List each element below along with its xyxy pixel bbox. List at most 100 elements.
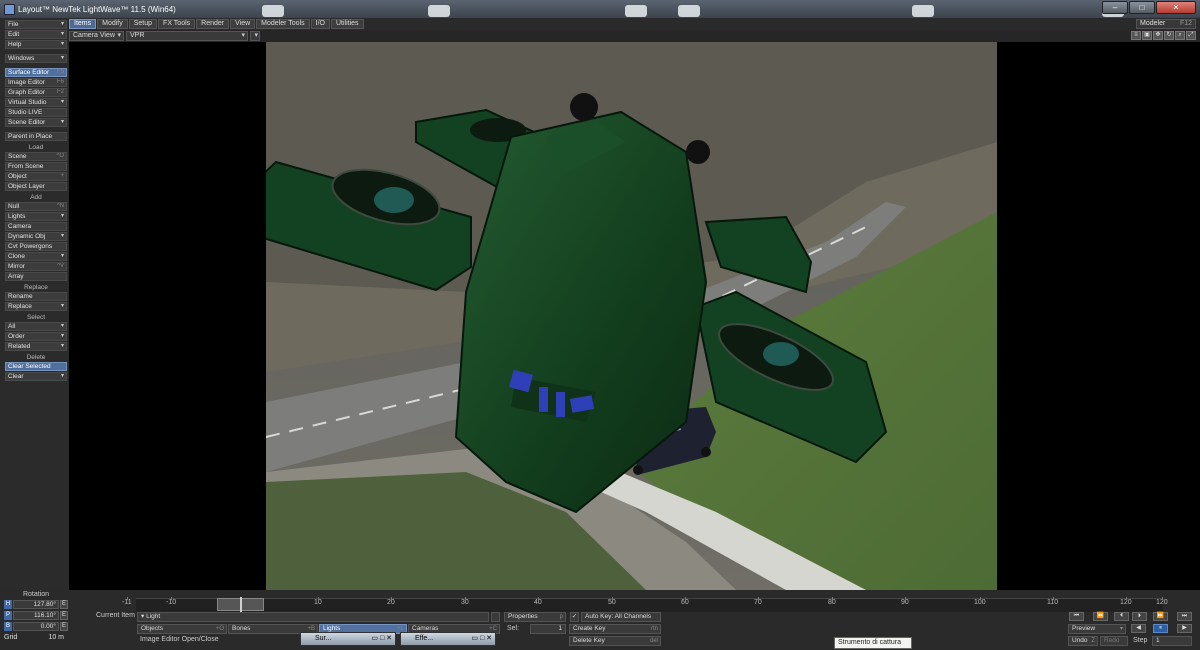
toolbar-all-button[interactable]: All ▾ (5, 322, 67, 331)
toolbar-clone-button[interactable]: Clone ▾ (5, 252, 67, 261)
toolbar-rename-button[interactable]: Rename (5, 292, 67, 301)
toolbar-dynamic-obj-button[interactable]: Dynamic Obj ▾ (5, 232, 67, 241)
step-forward-icon[interactable]: ⏩ (1153, 612, 1168, 621)
redo-button[interactable]: Redo (1100, 636, 1128, 646)
h-rotation-input[interactable]: 127.80° (13, 599, 59, 609)
toolbar-clear-button[interactable]: Clear ▾ (5, 372, 67, 381)
zoom-icon[interactable]: ⌕ (1175, 31, 1185, 40)
pause-icon[interactable]: ⏸ (1153, 624, 1168, 633)
add-section-title: Add (30, 194, 42, 201)
b-axis-button[interactable]: B (4, 621, 12, 631)
taskbar-thumb-effects[interactable]: Effe... ▭ □ ✕ (400, 632, 496, 646)
auto-key-dropdown[interactable]: Auto Key: All Channels (581, 612, 661, 622)
toolbar-button-label: Surface Editor (8, 69, 50, 76)
toolbar-camera-button[interactable]: Camera (5, 222, 67, 231)
toolbar-graph-editor-button[interactable]: Graph Editor F2 (5, 88, 67, 97)
camera-viewport[interactable] (69, 42, 1200, 590)
camera-view-dropdown[interactable]: Camera View ▾ (69, 31, 124, 41)
preview-label: Preview (1072, 625, 1096, 632)
toolbar-array-button[interactable]: Array (5, 272, 67, 281)
move-view-icon[interactable]: ✥ (1153, 31, 1163, 40)
toolbar-parent-in-place-button[interactable]: Parent in Place (5, 132, 67, 141)
list-icon[interactable]: ≡ (1131, 31, 1141, 40)
toolbar-cvt-powergons-button[interactable]: Cvt Powergons (5, 242, 67, 251)
current-item-dropdown[interactable]: ▾ Light (137, 612, 489, 622)
render-mode-dropdown[interactable]: VPR ▾ (126, 31, 248, 41)
previous-key-icon[interactable]: ⏴ (1114, 612, 1129, 621)
toolbar-related-button[interactable]: Related ▾ (5, 342, 67, 351)
shortcut-hint: F6 (56, 79, 64, 85)
next-key-icon[interactable]: ⏵ (1132, 612, 1147, 621)
toolbar-scene-editor-button[interactable]: Scene Editor ▾ (5, 118, 67, 127)
toolbar-null-button[interactable]: Null ^N (5, 202, 67, 211)
toolbar-edit-button[interactable]: Edit ▾ (5, 30, 67, 39)
h-axis-button[interactable]: H (4, 599, 12, 609)
rotate-view-icon[interactable]: ↻ (1164, 31, 1174, 40)
toolbar-button-label: Clear (8, 373, 24, 380)
chevron-down-icon: ▾ (60, 233, 64, 239)
toolbar-object-layer-button[interactable]: Object Layer (5, 182, 67, 191)
undo-button[interactable]: Undo Z (1068, 636, 1098, 646)
toolbar-from-scene-button[interactable]: From Scene (5, 162, 67, 171)
tab-view[interactable]: View (230, 19, 256, 29)
minimize-button[interactable]: – (1102, 1, 1128, 14)
play-reverse-icon[interactable]: ◀ (1131, 624, 1146, 633)
toolbar-surface-editor-button[interactable]: Surface Editor F5 (5, 68, 67, 77)
create-key-button[interactable]: Create Key rtn (569, 624, 661, 634)
toolbar-lights-button[interactable]: Lights ▾ (5, 212, 67, 221)
tab-render[interactable]: Render (196, 19, 230, 29)
step-back-icon[interactable]: ⏪ (1093, 612, 1108, 621)
toolbar-image-editor-button[interactable]: Image Editor F6 (5, 78, 67, 87)
frame-ruler[interactable]: -11-100102030405060708090100110120120 (122, 597, 1168, 612)
toolbar-replace-button[interactable]: Replace ▾ (5, 302, 67, 311)
chevron-down-icon: ▾ (60, 253, 64, 259)
frame-tick-label: -11 (122, 597, 132, 606)
tab-modeler-tools[interactable]: Modeler Tools (256, 19, 310, 29)
maximize-view-icon[interactable]: ⤢ (1186, 31, 1196, 40)
toolbar-windows-button[interactable]: Windows ▾ (5, 54, 67, 63)
toolbar-clear-selected-button[interactable]: Clear Selected (5, 362, 67, 371)
toolbar-order-button[interactable]: Order ▾ (5, 332, 67, 341)
tab-items[interactable]: Items (69, 19, 97, 29)
auto-key-checkbox[interactable]: ✓ (570, 612, 579, 622)
tab-utilities[interactable]: Utilities (330, 19, 364, 29)
tab-fx-tools[interactable]: FX Tools (158, 19, 196, 29)
chevron-down-icon: ▾ (1119, 626, 1123, 632)
toolbar-file-button[interactable]: File ▾ (5, 20, 67, 29)
current-frame-marker[interactable] (240, 597, 242, 613)
preview-dropdown[interactable]: Preview ▾ (1068, 624, 1126, 634)
tab-setup[interactable]: Setup (128, 19, 158, 29)
toolbar-help-button[interactable]: Help ▾ (5, 40, 67, 49)
grid-size-value[interactable]: 10 m (48, 634, 68, 641)
b-envelope-button[interactable]: E (60, 621, 68, 631)
objects-button[interactable]: Objects +O (137, 624, 227, 634)
tab-io[interactable]: I/O (310, 19, 330, 29)
maximize-button[interactable]: □ (1129, 1, 1155, 14)
modeler-shortcut: F12 (1179, 20, 1192, 27)
delete-key-button[interactable]: Delete Key del (569, 636, 661, 646)
b-rotation-input[interactable]: 0.00° (13, 621, 59, 631)
tab-modify[interactable]: Modify (97, 19, 128, 29)
layout-icon[interactable]: ▣ (1142, 31, 1152, 40)
taskbar-thumb-surface-editor[interactable]: Sur... ▭ □ ✕ (300, 632, 396, 646)
p-rotation-input[interactable]: 116.10° (13, 610, 59, 620)
viewport-options-button[interactable]: ▾ (250, 31, 260, 41)
toolbar-scene-button[interactable]: Scene ^O (5, 152, 67, 161)
go-to-start-icon[interactable]: ⏮ (1069, 612, 1084, 621)
chevron-down-icon: ▾ (60, 213, 64, 219)
toolbar-mirror-button[interactable]: Mirror ^V (5, 262, 67, 271)
play-icon[interactable]: ▶ (1177, 624, 1192, 633)
item-options-button[interactable] (491, 612, 500, 622)
toolbar-object-button[interactable]: Object + (5, 172, 67, 181)
step-input[interactable]: 1 (1152, 636, 1192, 646)
modeler-switch-button[interactable]: Modeler F12 (1136, 19, 1196, 29)
p-envelope-button[interactable]: E (60, 610, 68, 620)
p-axis-button[interactable]: P (4, 610, 12, 620)
toolbar-virtual-studio-button[interactable]: Virtual Studio ▾ (5, 98, 67, 107)
toolbar-button-label: Scene (8, 153, 27, 160)
close-button[interactable]: ✕ (1156, 1, 1196, 14)
toolbar-studio-live-button[interactable]: Studio LIVE (5, 108, 67, 117)
go-to-end-icon[interactable]: ⏭ (1177, 612, 1192, 621)
h-envelope-button[interactable]: E (60, 599, 68, 609)
properties-button[interactable]: Properties p (504, 612, 566, 622)
